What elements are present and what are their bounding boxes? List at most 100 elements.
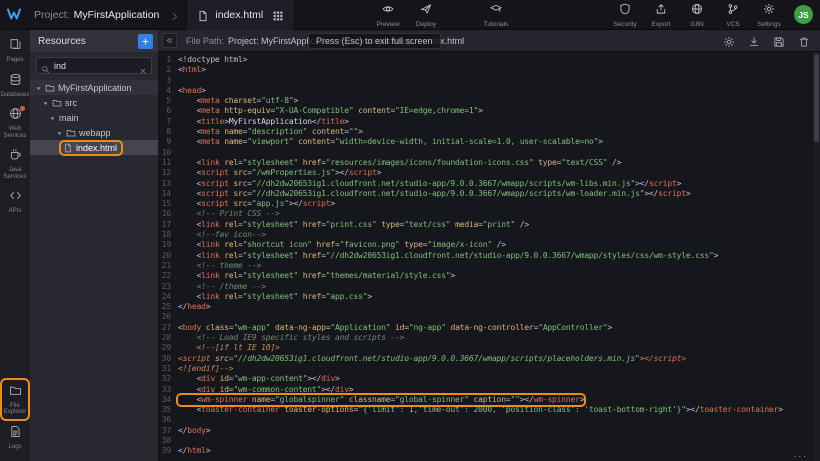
eye-icon: [382, 2, 394, 20]
wavemaker-logo-icon[interactable]: [5, 6, 27, 24]
code-line-6[interactable]: 6 <meta http-equiv="X-UA-Compatible" con…: [158, 106, 812, 116]
code-line-5[interactable]: 5 <meta charset="utf-8">: [158, 96, 812, 106]
code-line-15[interactable]: 15 <script src="app.js"></script>: [158, 199, 812, 209]
code-line-12[interactable]: 12 <script src="/wmProperties.js"></scri…: [158, 168, 812, 178]
sidebar-item-file-explorer[interactable]: File Explorer: [2, 380, 28, 419]
code-line-21[interactable]: 21 <!-- theme -->: [158, 261, 812, 271]
code-line-4[interactable]: 4<head>: [158, 86, 812, 96]
line-number: 15: [158, 199, 178, 209]
code-line-content: <!doctype html>: [178, 55, 247, 65]
code-line-39[interactable]: 39</html>: [158, 446, 812, 456]
grid-icon[interactable]: [272, 9, 284, 21]
scrollbar-thumb[interactable]: [814, 54, 819, 142]
code-line-content: <link rel="stylesheet" href="//dh2dw2065…: [178, 251, 718, 261]
file-icon: [197, 9, 209, 21]
code-line-29[interactable]: 29 <!--[if lt IE 10]>: [158, 343, 812, 353]
code-line-33[interactable]: 33 <div id="wm-common-content"></div>: [158, 385, 812, 395]
code-line-34[interactable]: 34 <wm-spinner name="globalspinner" clas…: [158, 395, 812, 405]
sidebar-item-pages[interactable]: Pages: [2, 34, 28, 67]
sidebar-item-label: Java Services: [2, 167, 28, 180]
code-line-25[interactable]: 25</head>: [158, 302, 812, 312]
search-icon: [41, 61, 50, 70]
code-line-16[interactable]: 16 <!-- Print CSS -->: [158, 209, 812, 219]
add-resource-button[interactable]: [138, 34, 153, 49]
topbar-action-i18n[interactable]: i18N: [681, 0, 713, 30]
tree-item-myfirstapplication[interactable]: MyFirstApplication: [30, 80, 158, 95]
code-line-26[interactable]: 26: [158, 312, 812, 322]
line-number: 35: [158, 405, 178, 415]
line-number: 6: [158, 106, 178, 116]
topbar-action-deploy[interactable]: Deploy: [410, 0, 442, 30]
download-button[interactable]: [748, 35, 760, 47]
search-input[interactable]: ind: [54, 61, 135, 71]
code-line-content: <body class="wm-app" data-ng-app="Applic…: [178, 323, 612, 333]
code-line-23[interactable]: 23 <!-- /theme -->: [158, 282, 812, 292]
code-line-22[interactable]: 22 <link rel="stylesheet" href="themes/m…: [158, 271, 812, 281]
tree-item-index-html[interactable]: index.html: [30, 140, 158, 155]
code-line-13[interactable]: 13 <script src="//dh2dw20653ig1.cloudfro…: [158, 179, 812, 189]
code-line-30[interactable]: 30<script src="//dh2dw20653ig1.cloudfron…: [158, 354, 812, 364]
clear-search-icon[interactable]: [139, 62, 147, 70]
folder-icon: [52, 98, 62, 108]
code-line-2[interactable]: 2<html>: [158, 65, 812, 75]
user-avatar[interactable]: JS: [794, 5, 813, 24]
code-line-8[interactable]: 8 <meta name="description" content="">: [158, 127, 812, 137]
sidebar-item-label: Databases: [1, 92, 30, 99]
code-line-3[interactable]: 3: [158, 76, 812, 86]
tree-item-webapp[interactable]: webapp: [30, 125, 158, 140]
line-number: 25: [158, 302, 178, 312]
sidebar-item-java-services[interactable]: Java Services: [2, 144, 28, 183]
resources-search[interactable]: ind: [36, 57, 152, 74]
code-line-24[interactable]: 24 <link rel="stylesheet" href="app.css"…: [158, 292, 812, 302]
code-line-19[interactable]: 19 <link rel="shortcut icon" href="favic…: [158, 240, 812, 250]
code-line-7[interactable]: 7 <title>MyFirstApplication</title>: [158, 117, 812, 127]
tree-item-content: index.html: [61, 142, 121, 154]
topbar-action-vcs[interactable]: VCS: [717, 0, 749, 30]
code-area[interactable]: 1<!doctype html>2<html>3 4<head>5 <meta …: [158, 52, 812, 461]
sidebar-item-web-services[interactable]: Web Services: [2, 103, 28, 142]
sidebar-item-logs[interactable]: Logs: [2, 421, 28, 454]
coffee-icon: [9, 148, 22, 166]
code-line-content: <head>: [178, 86, 206, 96]
topbar-action-settings[interactable]: Settings: [753, 0, 785, 30]
code-line-31[interactable]: 31<![endif]-->: [158, 364, 812, 374]
tab-index-html[interactable]: index.html: [186, 0, 295, 30]
code-line-27[interactable]: 27<body class="wm-app" data-ng-app="Appl…: [158, 323, 812, 333]
topbar-action-export[interactable]: Export: [645, 0, 677, 30]
code-line-37[interactable]: 37</body>: [158, 426, 812, 436]
code-line-content: <meta name="viewport" content="width=dev…: [178, 137, 603, 147]
line-number: 1: [158, 55, 178, 65]
code-line-14[interactable]: 14 <script src="//dh2dw20653ig1.cloudfro…: [158, 189, 812, 199]
topbar-action-security[interactable]: Security: [609, 0, 641, 30]
tree-item-src[interactable]: src: [30, 95, 158, 110]
code-line-11[interactable]: 11 <link rel="stylesheet" href="resource…: [158, 158, 812, 168]
overflow-dots[interactable]: ...: [794, 449, 808, 460]
save-button[interactable]: [773, 35, 785, 47]
code-line-9[interactable]: 9 <meta name="viewport" content="width=d…: [158, 137, 812, 147]
editor-scrollbar[interactable]: [813, 52, 820, 461]
code-line-35[interactable]: 35 <toaster-container toaster-options="{…: [158, 405, 812, 415]
code-line-content: <!-- /theme -->: [178, 282, 266, 292]
code-line-38[interactable]: 38: [158, 436, 812, 446]
sidebar-item-databases[interactable]: Databases: [2, 69, 28, 102]
code-line-20[interactable]: 20 <link rel="stylesheet" href="//dh2dw2…: [158, 251, 812, 261]
topbar-action-label: Security: [613, 21, 636, 28]
line-number: 17: [158, 220, 178, 230]
line-number: 31: [158, 364, 178, 374]
code-line-32[interactable]: 32 <div id="wm-app-content"></div>: [158, 374, 812, 384]
collapse-panel-button[interactable]: [162, 33, 177, 48]
code-line-10[interactable]: 10: [158, 148, 812, 158]
code-line-28[interactable]: 28 <!-- Load IE9 specific styles and scr…: [158, 333, 812, 343]
topbar-action-preview[interactable]: Preview: [372, 0, 404, 30]
tree-item-main[interactable]: main: [30, 110, 158, 125]
code-line-1[interactable]: 1<!doctype html>: [158, 55, 812, 65]
line-number: 28: [158, 333, 178, 343]
sidebar-item-apis[interactable]: APIs: [2, 185, 28, 218]
code-line-17[interactable]: 17 <link rel="stylesheet" href="print.cs…: [158, 220, 812, 230]
topbar-action-tutorials[interactable]: Tutorials: [480, 0, 512, 30]
code-line-18[interactable]: 18 <!--fav icon-->: [158, 230, 812, 240]
delete-button[interactable]: [798, 35, 810, 47]
code-line-36[interactable]: 36: [158, 415, 812, 425]
tree-item-label: main: [59, 113, 79, 123]
settings-button[interactable]: [723, 35, 735, 47]
